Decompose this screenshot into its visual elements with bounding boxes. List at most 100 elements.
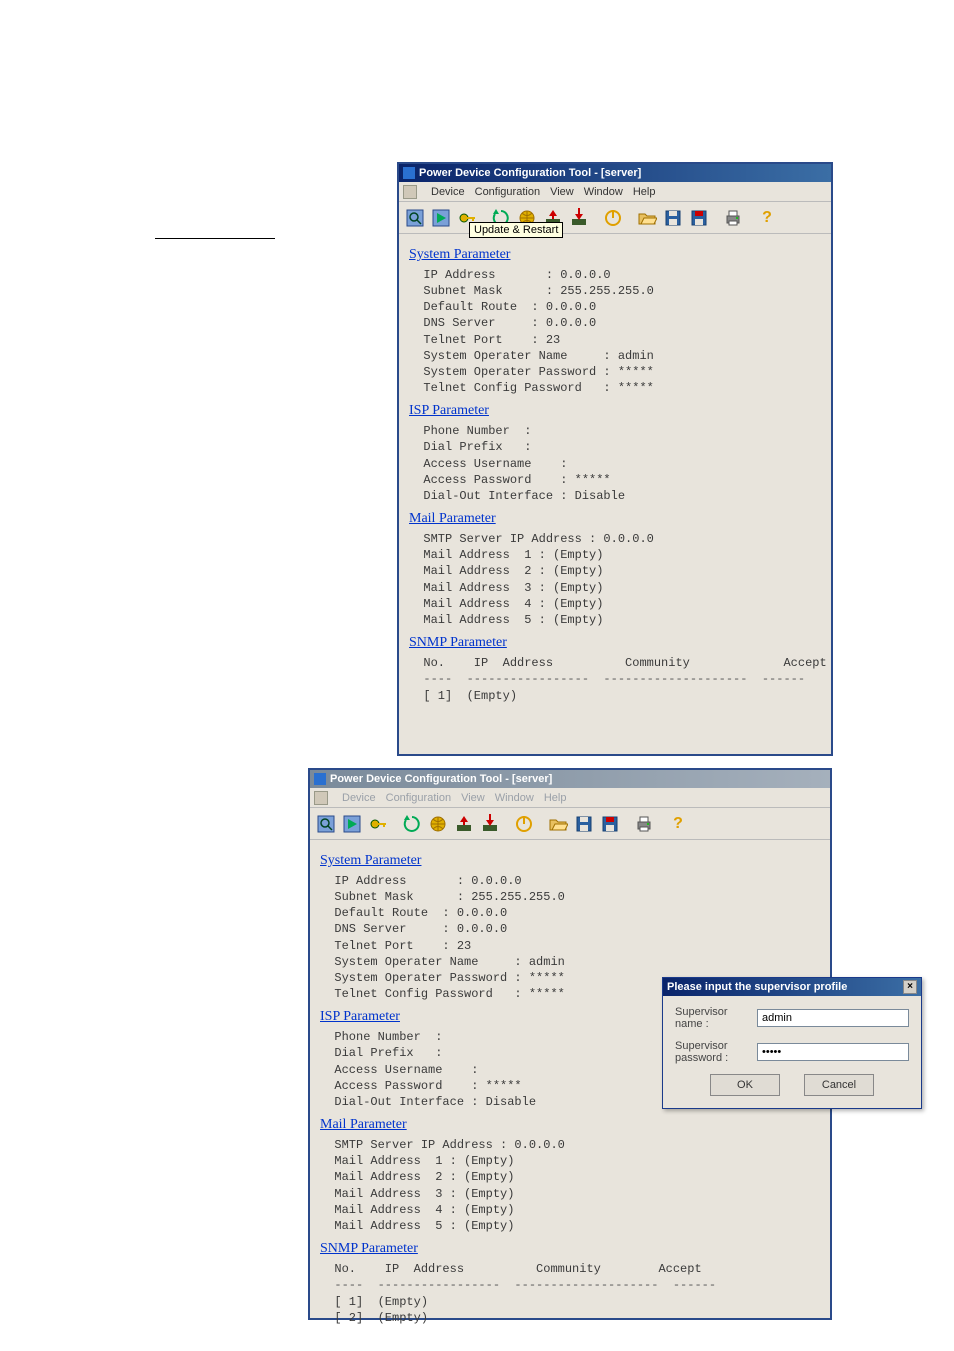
ok-button[interactable]: OK [710,1074,780,1096]
mail-row: Mail Address 3 : (Empty) [320,1186,820,1202]
sys-row: Telnet Config Password : ***** [409,380,821,396]
main-window-1: Power Device Configuration Tool - [serve… [397,162,833,756]
tb-right-icon[interactable] [340,812,364,836]
mail-row: Mail Address 4 : (Empty) [320,1202,820,1218]
mail-row: Mail Address 3 : (Empty) [409,580,821,596]
menu-help[interactable]: Help [544,792,567,804]
isp-row: Phone Number : [409,423,821,439]
mail-row: Mail Address 1 : (Empty) [320,1153,820,1169]
menu-bar-2: Device Configuration View Window Help [310,788,830,808]
tb-print-icon[interactable] [721,206,745,230]
tb-in-icon[interactable] [452,812,476,836]
mail-row: Mail Address 4 : (Empty) [409,596,821,612]
snmp-rule: ---- ----------------- -----------------… [320,1277,820,1293]
menu-window[interactable]: Window [495,792,534,804]
mail-row: Mail Address 2 : (Empty) [409,563,821,579]
isp-row: Dial-Out Interface : Disable [409,488,821,504]
section-mail: Mail Parameter [320,1116,407,1135]
section-isp: ISP Parameter [409,402,489,421]
title-bar-2[interactable]: Power Device Configuration Tool - [serve… [310,770,830,788]
tb-saveas-icon[interactable] [598,812,622,836]
mail-row: Mail Address 1 : (Empty) [409,547,821,563]
supervisor-name-input[interactable] [757,1009,909,1027]
page-divider [155,238,275,239]
menu-view[interactable]: View [461,792,485,804]
dialog-title: Please input the supervisor profile [667,981,847,993]
tb-power-icon[interactable] [601,206,625,230]
sys-row: Telnet Port : 23 [409,332,821,348]
mdi-icon[interactable] [403,185,417,199]
tb-print-icon[interactable] [632,812,656,836]
tb-out-icon[interactable] [478,812,502,836]
isp-row: Access Password : ***** [409,472,821,488]
window-title: Power Device Configuration Tool - [serve… [419,167,641,179]
mail-row: Mail Address 2 : (Empty) [320,1169,820,1185]
app-icon [403,167,415,179]
tb-key-icon[interactable] [366,812,390,836]
snmp-row: [ 1] (Empty) [320,1294,820,1310]
menu-window[interactable]: Window [584,186,623,198]
content-area-1: System Parameter IP Address : 0.0.0.0 Su… [399,234,831,714]
tb-save-icon[interactable] [572,812,596,836]
menu-bar-1: Device Configuration View Window Help [399,182,831,202]
sys-row: System Operater Name : admin [409,348,821,364]
menu-device[interactable]: Device [431,186,465,198]
close-icon[interactable]: × [903,980,917,994]
mail-row: SMTP Server IP Address : 0.0.0.0 [409,531,821,547]
section-mail: Mail Parameter [409,510,496,529]
supervisor-name-label: Supervisor name : [675,1006,747,1030]
title-bar-1[interactable]: Power Device Configuration Tool - [serve… [399,164,831,182]
menu-device[interactable]: Device [342,792,376,804]
section-isp: ISP Parameter [320,1008,400,1027]
menu-configuration[interactable]: Configuration [386,792,451,804]
tb-power-icon[interactable] [512,812,536,836]
section-system: System Parameter [409,246,510,265]
mdi-icon[interactable] [314,791,328,805]
menu-view[interactable]: View [550,186,574,198]
mail-row: SMTP Server IP Address : 0.0.0.0 [320,1137,820,1153]
cancel-button[interactable]: Cancel [804,1074,874,1096]
sys-row: System Operater Password : ***** [409,364,821,380]
tb-save-icon[interactable] [661,206,685,230]
snmp-rule: ---- ----------------- -----------------… [409,671,821,687]
snmp-header: No. IP Address Community Accept [409,655,821,671]
tb-search-icon[interactable] [403,206,427,230]
sys-row: System Operater Name : admin [320,954,820,970]
window-title: Power Device Configuration Tool - [serve… [330,773,552,785]
tb-help-icon[interactable]: ? [755,206,779,230]
sys-row: Subnet Mask : 255.255.255.0 [320,889,820,905]
dialog-body: Supervisor name : Supervisor password : … [663,996,921,1108]
tb-open-icon[interactable] [546,812,570,836]
isp-row: Access Username : [409,456,821,472]
tb-world-icon[interactable] [426,812,450,836]
sys-row: Telnet Port : 23 [320,938,820,954]
toolbar-1: ? [399,202,831,234]
supervisor-dialog: Please input the supervisor profile × Su… [662,977,922,1109]
tb-saveas-icon[interactable] [687,206,711,230]
tb-open-icon[interactable] [635,206,659,230]
section-snmp: SNMP Parameter [409,634,507,653]
tb-search-icon[interactable] [314,812,338,836]
tb-out-icon[interactable] [567,206,591,230]
supervisor-password-input[interactable] [757,1043,909,1061]
sys-row: IP Address : 0.0.0.0 [409,267,821,283]
supervisor-password-label: Supervisor password : [675,1040,747,1064]
menu-configuration[interactable]: Configuration [475,186,540,198]
mail-row: Mail Address 5 : (Empty) [409,612,821,628]
snmp-header: No. IP Address Community Accept [320,1261,820,1277]
app-icon [314,773,326,785]
mail-row: Mail Address 5 : (Empty) [320,1218,820,1234]
toolbar-2: ? [310,808,830,840]
sys-row: IP Address : 0.0.0.0 [320,873,820,889]
sys-row: Default Route : 0.0.0.0 [409,299,821,315]
section-system: System Parameter [320,852,421,871]
tb-help-icon[interactable]: ? [666,812,690,836]
isp-row: Dial Prefix : [409,439,821,455]
tb-right-icon[interactable] [429,206,453,230]
menu-help[interactable]: Help [633,186,656,198]
tb-refresh-icon[interactable] [400,812,424,836]
sys-row: DNS Server : 0.0.0.0 [409,315,821,331]
dialog-title-bar[interactable]: Please input the supervisor profile × [663,978,921,996]
snmp-row: [ 1] (Empty) [409,688,821,704]
tooltip-update-restart: Update & Restart [469,222,563,238]
